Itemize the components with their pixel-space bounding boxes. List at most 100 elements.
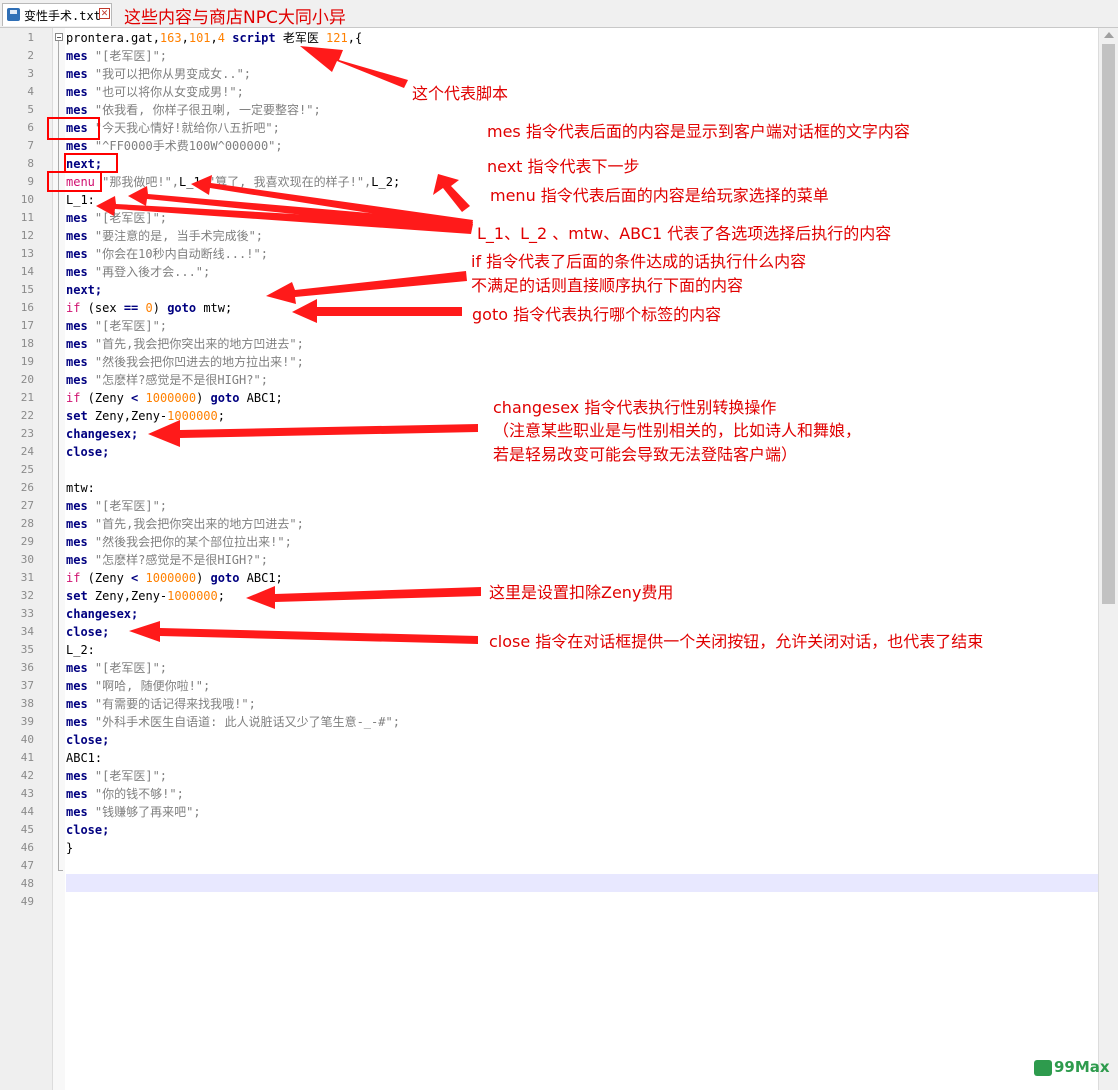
- code-token: "首先,我会把你突出来的地方凹进去";: [87, 337, 304, 351]
- code-token: 1000000: [167, 589, 218, 603]
- annotation-close: close 指令在对话框提供一个关闭按钮，允许关闭对话，也代表了结束: [489, 632, 984, 651]
- code-token: ): [152, 301, 168, 315]
- code-line[interactable]: 40 close;: [0, 731, 1098, 749]
- line-number: 19: [20, 355, 34, 368]
- code-token: "怎麽样?感觉是不是很HIGH?";: [87, 553, 268, 567]
- code-token: "你的钱不够!";: [87, 787, 184, 801]
- code-line[interactable]: 33 changesex;: [0, 605, 1098, 623]
- code-line[interactable]: 5 mes "依我看, 你样子很丑喇, 一定要整容!";: [0, 101, 1098, 119]
- code-token: "要注意的是, 当手术完成後";: [87, 229, 264, 243]
- watermark-icon: [1034, 1060, 1052, 1076]
- line-number: 28: [20, 517, 34, 530]
- line-number: 22: [20, 409, 34, 422]
- code-line[interactable]: 26 mtw:: [0, 479, 1098, 497]
- line-number: 12: [20, 229, 34, 242]
- code-token: ): [196, 571, 211, 585]
- code-token: mes: [66, 535, 88, 549]
- code-line[interactable]: 41 ABC1:: [0, 749, 1098, 767]
- code-token: "依我看, 你样子很丑喇, 一定要整容!";: [87, 103, 321, 117]
- line-text: changesex;: [66, 425, 138, 443]
- annotation-mes: mes 指令代表后面的内容是显示到客户端对话框的文字内容: [487, 122, 910, 141]
- code-line[interactable]: 20 mes "怎麽样?感觉是不是很HIGH?";: [0, 371, 1098, 389]
- code-token: L_1:: [66, 193, 95, 207]
- vertical-scrollbar[interactable]: [1098, 28, 1118, 1090]
- highlight-box-next: [64, 153, 118, 173]
- annotation-script: 这个代表脚本: [412, 84, 509, 103]
- file-tab[interactable]: 变性手术.txt ✕: [2, 3, 112, 26]
- code-line[interactable]: 49: [0, 893, 1098, 911]
- highlight-box-menu: [47, 171, 102, 192]
- line-number: 17: [20, 319, 34, 332]
- code-line[interactable]: 30 mes "怎麽样?感觉是不是很HIGH?";: [0, 551, 1098, 569]
- code-line[interactable]: 43 mes "你的钱不够!";: [0, 785, 1098, 803]
- code-token: close;: [66, 823, 110, 837]
- line-number: 11: [20, 211, 34, 224]
- code-line[interactable]: 28 mes "首先,我会把你突出来的地方凹进去";: [0, 515, 1098, 533]
- code-line[interactable]: 29 mes "然後我会把你的某个部位拉出来!";: [0, 533, 1098, 551]
- code-line[interactable]: 47: [0, 857, 1098, 875]
- code-token: L_2:: [66, 643, 95, 657]
- code-token: (sex: [80, 301, 124, 315]
- line-text: mes "[老军医]";: [66, 209, 167, 227]
- code-line[interactable]: 42 mes "[老军医]";: [0, 767, 1098, 785]
- line-number: 26: [20, 481, 34, 494]
- code-line[interactable]: 1 prontera.gat,163,101,4 script 老军医 121,{: [0, 29, 1098, 47]
- code-line[interactable]: 36 mes "[老军医]";: [0, 659, 1098, 677]
- code-line[interactable]: 4 mes "也可以将你从女变成男!";: [0, 83, 1098, 101]
- line-number: 21: [20, 391, 34, 404]
- code-token: mes: [66, 787, 88, 801]
- line-number: 27: [20, 499, 34, 512]
- line-number: 38: [20, 697, 34, 710]
- code-token: mes: [66, 697, 88, 711]
- code-token: if: [66, 301, 81, 315]
- line-text: close;: [66, 623, 109, 641]
- code-token: ): [196, 391, 211, 405]
- code-token: "然後我会把你的某个部位拉出来!";: [87, 535, 292, 549]
- close-tab-icon[interactable]: ✕: [99, 8, 110, 19]
- code-token: "[老军医]";: [87, 211, 168, 225]
- code-line[interactable]: 37 mes "啊哈, 随便你啦!";: [0, 677, 1098, 695]
- code-token: ,{: [347, 31, 363, 45]
- code-line[interactable]: 3 mes "我可以把你从男变成女..";: [0, 65, 1098, 83]
- annotation-if-else: 不满足的话则直接顺序执行下面的内容: [471, 276, 744, 295]
- code-token: if: [66, 391, 81, 405]
- code-line[interactable]: 39 mes "外科手术医生自语道: 此人说脏话又少了笔生意-_-#";: [0, 713, 1098, 731]
- code-line[interactable]: 45 close;: [0, 821, 1098, 839]
- code-token: ,: [181, 31, 189, 45]
- line-text: mes "有需要的话记得来找我哦!";: [66, 695, 256, 713]
- code-token: mes: [66, 139, 88, 153]
- scroll-thumb[interactable]: [1102, 44, 1115, 604]
- code-token: (Zeny: [80, 571, 132, 585]
- code-line[interactable]: 48: [0, 875, 1098, 893]
- annotation-labels: L_1、L_2 、mtw、ABC1 代表了各选项选择后执行的内容: [477, 224, 892, 243]
- line-number: 37: [20, 679, 34, 692]
- code-line[interactable]: 38 mes "有需要的话记得来找我哦!";: [0, 695, 1098, 713]
- annotation-zeny: 这里是设置扣除Zeny费用: [489, 583, 674, 602]
- code-token: mes: [66, 553, 88, 567]
- code-token: "那我做吧!",: [94, 175, 180, 189]
- code-token: mtw:: [66, 481, 95, 495]
- code-line[interactable]: 46}: [0, 839, 1098, 857]
- code-token: mes: [66, 373, 88, 387]
- code-token: mes: [66, 715, 88, 729]
- annotation-goto: goto 指令代表执行哪个标签的内容: [472, 305, 722, 324]
- line-number: 39: [20, 715, 34, 728]
- scroll-up-icon[interactable]: [1104, 32, 1114, 38]
- code-token: "啊哈, 随便你啦!";: [87, 679, 211, 693]
- code-line[interactable]: 19 mes "然後我会把你凹进去的地方拉出来!";: [0, 353, 1098, 371]
- line-text: mes "[老军医]";: [66, 317, 167, 335]
- code-token: 1000000: [145, 571, 197, 585]
- line-number: 43: [20, 787, 34, 800]
- code-line[interactable]: 44 mes "钱赚够了再来吧";: [0, 803, 1098, 821]
- code-token: Zeny,Zeny-: [87, 409, 168, 423]
- code-token: }: [66, 841, 74, 855]
- line-text: if (sex == 0) goto mtw;: [66, 299, 232, 317]
- code-token: (Zeny: [80, 391, 132, 405]
- code-line[interactable]: 18 mes "首先,我会把你突出来的地方凹进去";: [0, 335, 1098, 353]
- line-number: 6: [27, 121, 34, 134]
- code-line[interactable]: 2 mes "[老军医]";: [0, 47, 1098, 65]
- code-token: Zeny,Zeny-: [87, 589, 168, 603]
- code-line[interactable]: 27 mes "[老军医]";: [0, 497, 1098, 515]
